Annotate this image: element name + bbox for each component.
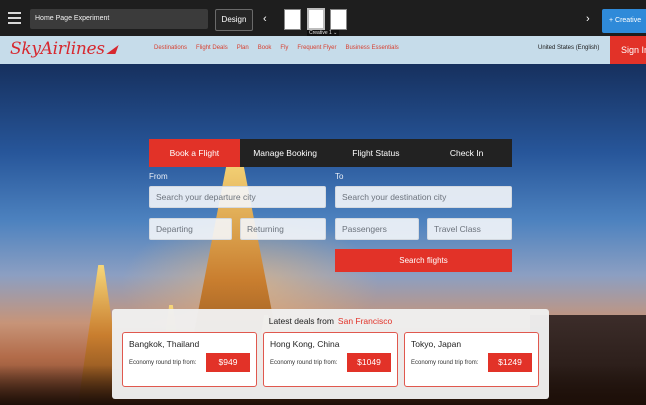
deals-origin-city[interactable]: San Francisco (338, 316, 392, 326)
deal-price-button[interactable]: $1249 (488, 353, 532, 372)
creative-thumbnail-selected[interactable] (307, 8, 325, 30)
travel-class-select[interactable]: Travel Class (427, 218, 512, 240)
plane-logo-icon (106, 44, 119, 54)
tab-flight-status[interactable]: Flight Status (331, 139, 422, 167)
deal-fare-label: Economy round trip from: (129, 360, 197, 366)
nav-fly[interactable]: Fly (280, 45, 288, 51)
airline-logo[interactable]: SkyAirlines (10, 39, 119, 59)
departing-date-input[interactable]: Departing (149, 218, 232, 240)
deal-price-button[interactable]: $949 (206, 353, 250, 372)
chevron-right-icon[interactable]: › (586, 10, 590, 28)
deal-city: Tokyo, Japan (411, 339, 462, 349)
deal-fare-label: Economy round trip from: (270, 360, 338, 366)
creative-thumbnail[interactable] (284, 9, 301, 30)
deal-card[interactable]: Tokyo, Japan Economy round trip from: $1… (404, 332, 539, 387)
nav-book[interactable]: Book (258, 45, 272, 51)
main-nav: Destinations Flight Deals Plan Book Fly … (154, 45, 399, 51)
search-flights-button[interactable]: Search flights (335, 249, 512, 272)
locale-selector[interactable]: United States (English) (538, 45, 599, 51)
returning-date-input[interactable]: Returning (240, 218, 326, 240)
booking-tabs: Book a Flight Manage Booking Flight Stat… (149, 139, 512, 167)
site-navbar: SkyAirlines Destinations Flight Deals Pl… (0, 36, 646, 64)
deal-fare-label: Economy round trip from: (411, 360, 479, 366)
nav-business-essentials[interactable]: Business Essentials (345, 45, 398, 51)
design-button[interactable]: Design (215, 9, 253, 31)
tab-manage-booking[interactable]: Manage Booking (240, 139, 331, 167)
nav-destinations[interactable]: Destinations (154, 45, 187, 51)
menu-icon[interactable] (0, 0, 28, 36)
deal-city: Hong Kong, China (270, 339, 340, 349)
deal-city: Bangkok, Thailand (129, 339, 200, 349)
logo-text: SkyAirlines (10, 39, 105, 59)
tab-check-in[interactable]: Check In (421, 139, 512, 167)
chevron-left-icon[interactable]: ‹ (263, 10, 267, 28)
sign-in-button[interactable]: Sign In (610, 36, 646, 64)
tab-book-a-flight[interactable]: Book a Flight (149, 139, 240, 167)
creative-thumbnail[interactable] (330, 9, 347, 30)
deal-card[interactable]: Bangkok, Thailand Economy round trip fro… (122, 332, 257, 387)
deals-heading-text: Latest deals from (268, 316, 334, 326)
deals-panel: Latest deals from San Francisco Bangkok, … (112, 309, 549, 399)
destination-city-input[interactable]: Search your destination city (335, 186, 512, 208)
nav-flight-deals[interactable]: Flight Deals (196, 45, 228, 51)
deal-price-button[interactable]: $1049 (347, 353, 391, 372)
deal-card[interactable]: Hong Kong, China Economy round trip from… (263, 332, 398, 387)
add-creative-button[interactable]: + Creative (602, 9, 646, 33)
experiment-name-field[interactable]: Home Page Experiment (30, 9, 208, 29)
nav-frequent-flyer[interactable]: Frequent Flyer (297, 45, 336, 51)
nav-plan[interactable]: Plan (237, 45, 249, 51)
departure-city-input[interactable]: Search your departure city (149, 186, 326, 208)
deals-heading: Latest deals from San Francisco (112, 316, 549, 326)
to-label: To (335, 172, 344, 181)
from-label: From (149, 172, 168, 181)
passengers-select[interactable]: Passengers (335, 218, 419, 240)
